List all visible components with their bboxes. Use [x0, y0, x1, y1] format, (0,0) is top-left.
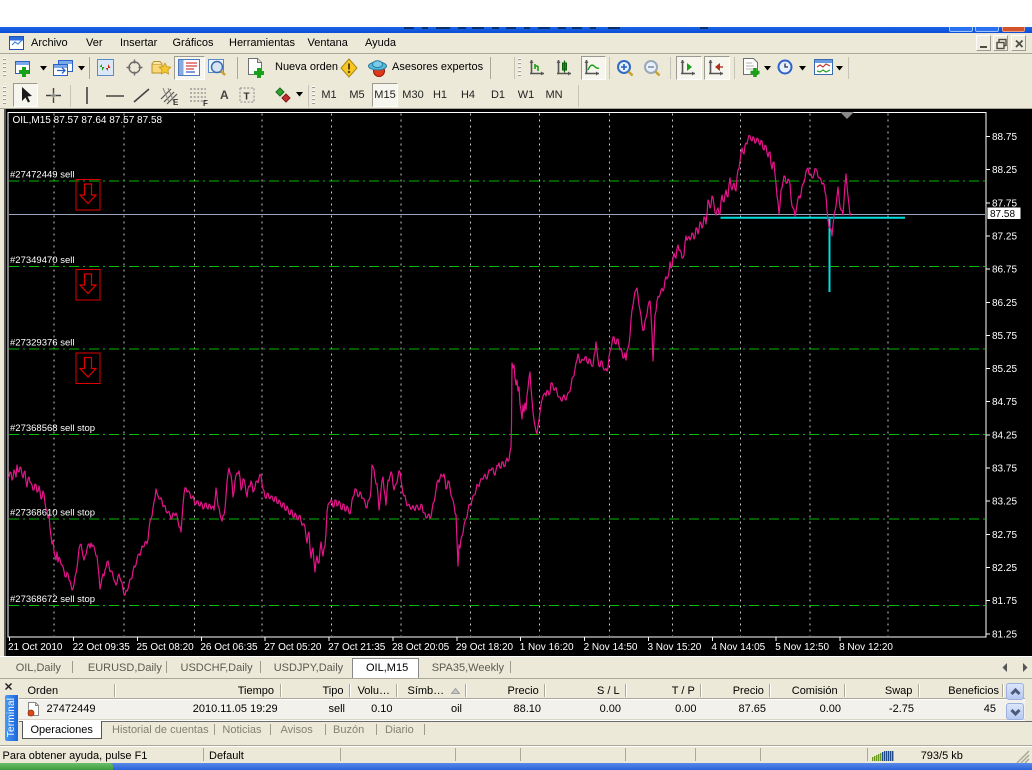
svg-text:87.58: 87.58 [990, 209, 1015, 220]
svg-text:88.25: 88.25 [992, 165, 1017, 176]
svg-text:82.75: 82.75 [992, 530, 1017, 541]
svg-text:28 Oct 20:05: 28 Oct 20:05 [392, 642, 450, 653]
svg-text:85.25: 85.25 [992, 364, 1017, 375]
svg-text:86.25: 86.25 [992, 298, 1017, 309]
svg-text:88.75: 88.75 [992, 132, 1017, 143]
svg-text:#27349470 sell: #27349470 sell [10, 255, 74, 266]
svg-text:85.75: 85.75 [992, 331, 1017, 342]
svg-text:#27368610 sell stop: #27368610 sell stop [10, 508, 95, 519]
svg-text:#27472449 sell: #27472449 sell [10, 170, 74, 181]
svg-text:83.75: 83.75 [992, 464, 1017, 475]
svg-text:81.75: 81.75 [992, 596, 1017, 607]
svg-text:5 Nov 12:50: 5 Nov 12:50 [775, 642, 829, 653]
svg-text:4 Nov 14:05: 4 Nov 14:05 [711, 642, 765, 653]
svg-text:3 Nov 15:20: 3 Nov 15:20 [647, 642, 701, 653]
svg-text:#27368568 sell stop: #27368568 sell stop [10, 423, 95, 434]
svg-text:27 Oct 05:20: 27 Oct 05:20 [264, 642, 322, 653]
svg-text:29 Oct 18:20: 29 Oct 18:20 [456, 642, 514, 653]
svg-text:OIL,M15 87.57 87.64 87.57 87.: OIL,M15 87.57 87.64 87.57 87.58 [13, 115, 163, 126]
svg-text:82.25: 82.25 [992, 563, 1017, 574]
svg-text:81.25: 81.25 [992, 629, 1017, 640]
svg-text:25 Oct 08:20: 25 Oct 08:20 [136, 642, 194, 653]
svg-text:8 Nov 12:20: 8 Nov 12:20 [839, 642, 893, 653]
svg-text:86.75: 86.75 [992, 265, 1017, 276]
svg-text:27 Oct 21:35: 27 Oct 21:35 [328, 642, 386, 653]
svg-text:84.25: 84.25 [992, 430, 1017, 441]
svg-text:#27368672 sell stop: #27368672 sell stop [10, 594, 95, 605]
svg-text:#27329376 sell: #27329376 sell [10, 338, 74, 349]
svg-text:21 Oct 2010: 21 Oct 2010 [8, 642, 63, 653]
svg-text:26 Oct 06:35: 26 Oct 06:35 [200, 642, 258, 653]
svg-text:2 Nov 14:50: 2 Nov 14:50 [584, 642, 638, 653]
svg-text:22 Oct 09:35: 22 Oct 09:35 [73, 642, 131, 653]
svg-text:83.25: 83.25 [992, 497, 1017, 508]
svg-text:87.25: 87.25 [992, 231, 1017, 242]
svg-text:84.75: 84.75 [992, 397, 1017, 408]
svg-text:1 Nov 16:20: 1 Nov 16:20 [520, 642, 574, 653]
